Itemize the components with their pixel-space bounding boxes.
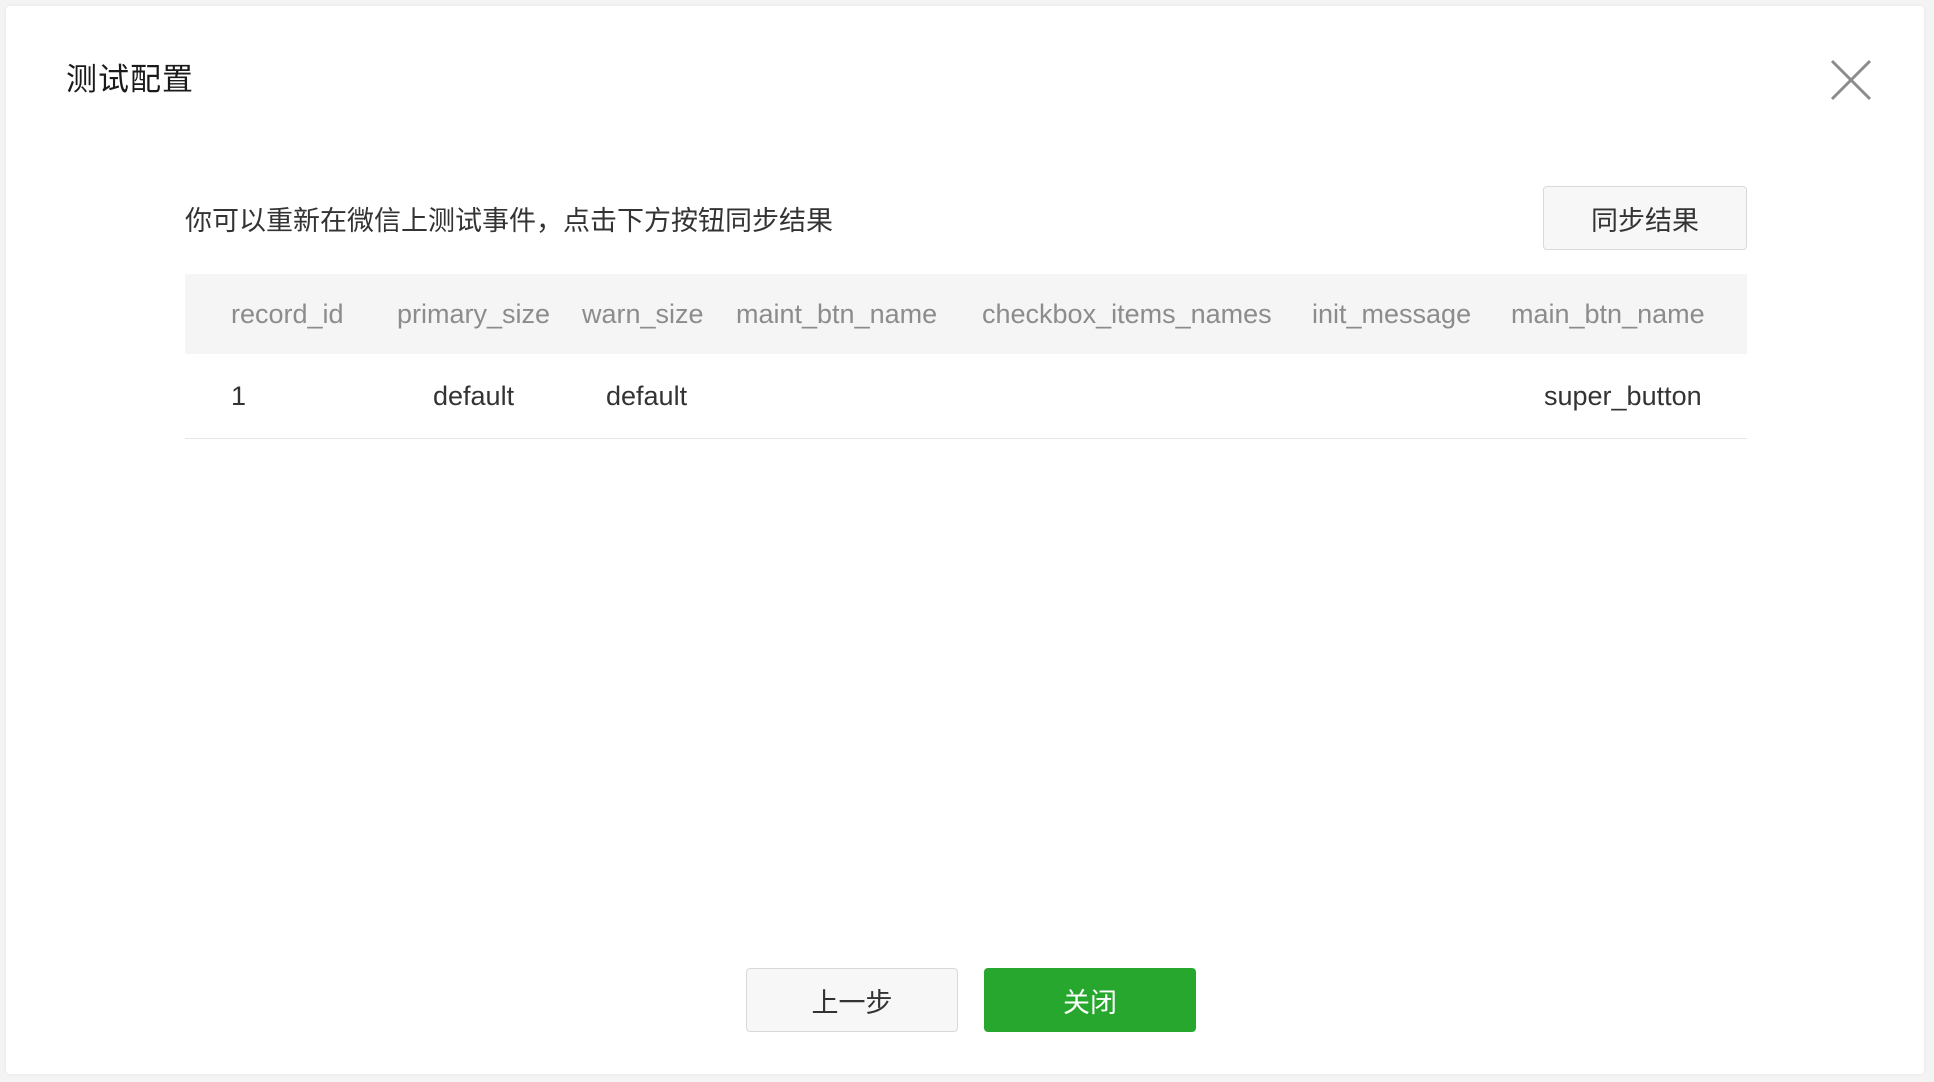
cell-main-btn-name: super_button (1544, 380, 1702, 411)
cell-primary-size: default (433, 380, 515, 411)
table-header: record_id primary_size warn_size maint_b… (185, 274, 1747, 354)
close-button[interactable]: 关闭 (984, 968, 1196, 1032)
cell-record-id: 1 (231, 380, 247, 411)
instruction-text: 你可以重新在微信上测试事件，点击下方按钮同步结果 (185, 206, 833, 237)
sync-results-button[interactable]: 同步结果 (1543, 186, 1747, 250)
column-header-record-id: record_id (231, 298, 344, 329)
column-header-checkbox-items-names: checkbox_items_names (982, 298, 1272, 329)
results-table: record_id primary_size warn_size maint_b… (185, 274, 1747, 439)
column-header-warn-size: warn_size (582, 298, 704, 329)
cell-warn-size: default (606, 380, 688, 411)
previous-step-button[interactable]: 上一步 (746, 968, 958, 1032)
close-icon[interactable] (1828, 57, 1874, 103)
column-header-init-message: init_message (1312, 298, 1472, 329)
column-header-maint-btn-name: maint_btn_name (736, 298, 938, 329)
column-header-primary-size: primary_size (397, 298, 551, 329)
table-row: 1 default default super_button (185, 354, 1747, 439)
test-config-dialog: 测试配置 你可以重新在微信上测试事件，点击下方按钮同步结果 同步结果 recor… (6, 6, 1924, 1074)
column-header-main-btn-name: main_btn_name (1511, 298, 1705, 329)
dialog-title: 测试配置 (66, 62, 194, 98)
